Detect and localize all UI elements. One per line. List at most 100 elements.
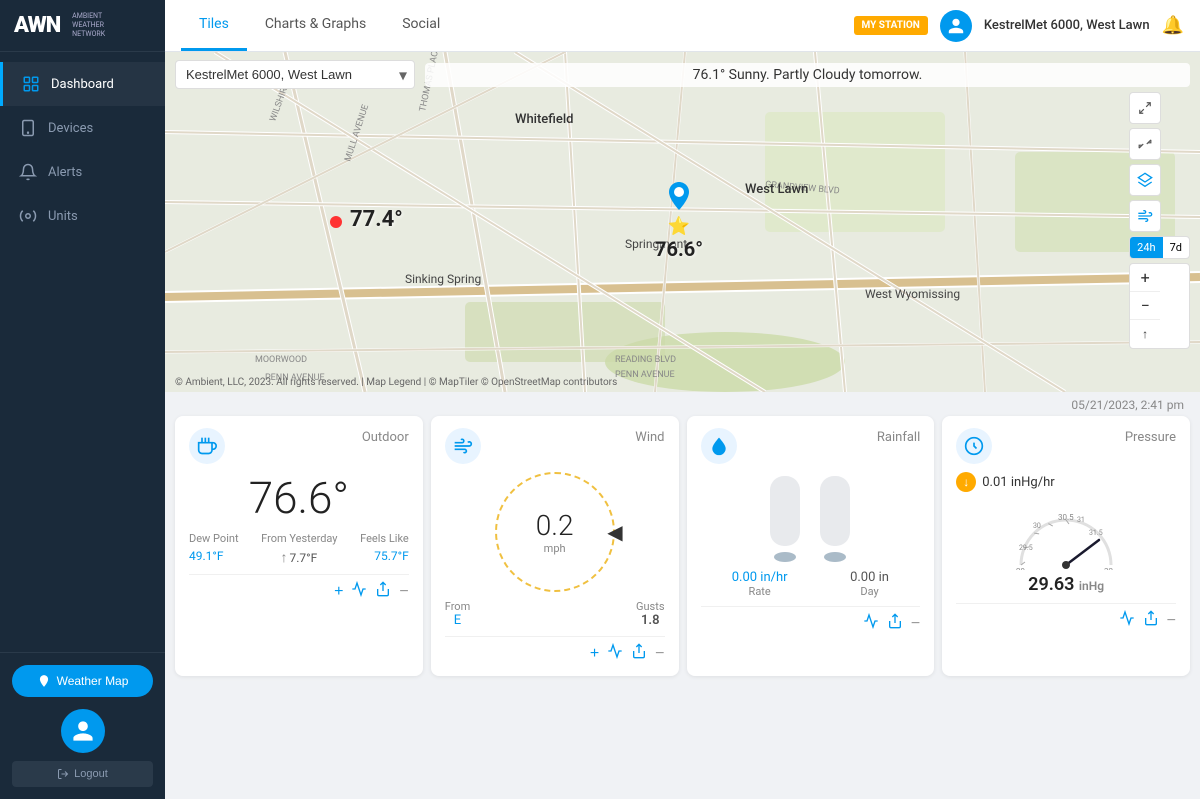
wind-speed: 0.2 (536, 509, 574, 542)
zoom-in-button[interactable]: + (1130, 264, 1160, 292)
location-select[interactable]: KestrelMet 6000, West Lawn (175, 60, 415, 89)
tile-pressure: Pressure ↓ 0.01 inHg/hr (942, 416, 1190, 676)
sidebar-item-label: Dashboard (51, 77, 114, 92)
time-7d[interactable]: 7d (1163, 237, 1189, 258)
outdoor-values: 49.1°F ↑ 7.7°F 75.7°F (189, 549, 409, 566)
map-marker-1: 77.4° (330, 207, 403, 232)
bell-icon[interactable]: 🔔 (1162, 15, 1184, 36)
wind-from-gusts: From E Gusts 1.8 (445, 600, 665, 628)
outdoor-share-button[interactable] (375, 581, 391, 602)
place-label-west-lawn: West Lawn (745, 182, 808, 197)
map-controls: 24h 7d + − ↑ (1129, 92, 1190, 349)
rainfall-icon-circle (701, 428, 737, 464)
tile-outdoor: Outdoor 76.6° Dew Point From Yesterday F… (175, 416, 423, 676)
pressure-remove-button[interactable]: − (1167, 612, 1176, 630)
layers-icon[interactable] (1129, 164, 1161, 196)
feels-like-value: 75.7°F (374, 549, 409, 566)
time-toggle: 24h 7d (1129, 236, 1190, 259)
wind-compass: 0.2 mph ◀ (445, 472, 665, 592)
tab-social[interactable]: Social (384, 0, 458, 51)
main-content: Tiles Charts & Graphs Social MY STATION … (165, 0, 1200, 799)
wind-add-button[interactable]: + (590, 645, 599, 663)
wind-icon-circle (445, 428, 481, 464)
pressure-value: 29.63 inHg (956, 574, 1176, 595)
logo-area: AWN AMBIENTWEATHERNETWORK (0, 0, 165, 52)
weather-map-button[interactable]: Weather Map (12, 665, 153, 697)
time-24h[interactable]: 24h (1130, 237, 1162, 258)
pressure-share-button[interactable] (1143, 610, 1159, 631)
sidebar-item-units[interactable]: Units (0, 194, 165, 238)
outdoor-icon (189, 428, 225, 464)
wind-unit: mph (536, 542, 574, 555)
weather-map-label: Weather Map (57, 674, 129, 688)
pressure-tile-footer: − (956, 603, 1176, 631)
sidebar-item-alerts[interactable]: Alerts (0, 150, 165, 194)
sidebar: AWN AMBIENTWEATHERNETWORK Dashboard (0, 0, 165, 799)
compass-arrow-icon: ◀ (607, 520, 622, 544)
logout-button[interactable]: Logout (12, 761, 153, 787)
from-yesterday-label: From Yesterday (261, 532, 337, 545)
rainfall-title: Rainfall (877, 430, 920, 445)
logo-box: AWN (14, 13, 60, 38)
compass-inner: 0.2 mph (536, 509, 574, 555)
up-arrow-icon: ↑ (280, 549, 287, 566)
sidebar-item-devices[interactable]: Devices (0, 106, 165, 150)
topnav: Tiles Charts & Graphs Social MY STATION … (165, 0, 1200, 52)
map-marker-2: ⭐ 76.6° (655, 182, 703, 261)
pressure-chart-button[interactable] (1119, 610, 1135, 631)
rainfall-share-button[interactable] (887, 613, 903, 634)
outdoor-add-button[interactable]: + (334, 583, 343, 601)
tile-wind: Wind 0.2 mph ◀ From (431, 416, 679, 676)
svg-text:32: 32 (1104, 567, 1113, 570)
rain-bars (701, 472, 921, 562)
zoom-out-button[interactable]: − (1130, 292, 1160, 320)
outdoor-details: Dew Point From Yesterday Feels Like (189, 532, 409, 545)
svg-text:PENN AVENUE: PENN AVENUE (615, 370, 675, 380)
wind-gusts-label: Gusts (636, 600, 665, 613)
rain-values: 0.00 in/hr Rate 0.00 in Day (701, 570, 921, 598)
zoom-controls: + − ↑ (1129, 263, 1190, 349)
dashboard-icon (21, 74, 41, 94)
place-label-west-wyomissing: West Wyomissing (865, 287, 960, 301)
pressure-change: 0.01 inHg/hr (982, 475, 1054, 490)
svg-text:31: 31 (1077, 516, 1085, 524)
tab-tiles[interactable]: Tiles (181, 0, 247, 51)
station-avatar (940, 10, 972, 42)
collapse-icon[interactable] (1129, 128, 1161, 160)
svg-text:READING BLVD: READING BLVD (615, 355, 676, 365)
red-dot-icon (330, 216, 342, 228)
wind-share-button[interactable] (631, 643, 647, 664)
outdoor-chart-button[interactable] (351, 581, 367, 602)
outdoor-remove-button[interactable]: − (399, 583, 408, 601)
svg-text:31.5: 31.5 (1089, 529, 1103, 537)
weather-summary: 76.1° Sunny. Partly Cloudy tomorrow. (425, 63, 1190, 87)
logout-label: Logout (74, 768, 108, 780)
map-temp-1: 77.4° (350, 207, 403, 232)
timestamp: 05/21/2023, 2:41 pm (171, 392, 1194, 416)
map-temp-2: 76.6° (655, 237, 703, 261)
logo-subtitle: AMBIENTWEATHERNETWORK (72, 12, 105, 39)
rain-bar-day (820, 476, 850, 562)
wind-remove-button[interactable]: − (655, 645, 664, 663)
rain-day-value: 0.00 in (850, 570, 889, 585)
svg-text:30: 30 (1033, 522, 1041, 530)
tile-outdoor-header: Outdoor (189, 428, 409, 464)
svg-text:MOORWOOD: MOORWOOD (255, 355, 307, 365)
units-icon (18, 206, 38, 226)
pressure-icon-circle (956, 428, 992, 464)
expand-icon[interactable] (1129, 92, 1161, 124)
map-container: WILSHIRE THOMAS PLACE MULL AVENUE MOORWO… (165, 52, 1200, 392)
compass-reset-button[interactable]: ↑ (1130, 320, 1160, 348)
map-attribution: © Ambient, LLC, 2023. All rights reserve… (175, 377, 617, 388)
wind-from-value: E (445, 613, 470, 628)
rainfall-remove-button[interactable]: − (911, 615, 920, 633)
from-yesterday-value: ↑ 7.7°F (280, 549, 317, 566)
tab-charts[interactable]: Charts & Graphs (247, 0, 384, 51)
wind-icon[interactable] (1129, 200, 1161, 232)
rainfall-chart-button[interactable] (863, 613, 879, 634)
wind-from-label: From (445, 600, 470, 613)
sidebar-item-dashboard[interactable]: Dashboard (0, 62, 165, 106)
wind-chart-button[interactable] (607, 643, 623, 664)
user-avatar (61, 709, 105, 753)
dew-point-label: Dew Point (189, 532, 239, 545)
